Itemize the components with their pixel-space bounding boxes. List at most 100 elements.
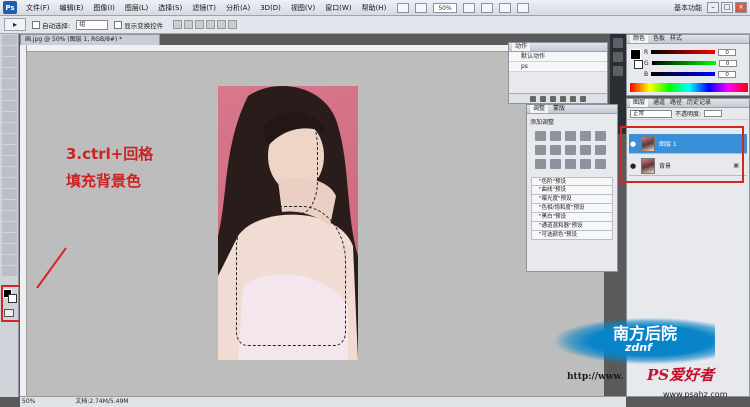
preset-channel-mixer[interactable]: "通道混和器"预设 xyxy=(531,222,613,231)
gradient-tool-icon[interactable] xyxy=(2,156,17,166)
gradient-map-icon[interactable] xyxy=(580,159,591,169)
levels-icon[interactable] xyxy=(550,131,561,141)
hue-saturation-icon[interactable] xyxy=(535,145,546,155)
selective-color-icon[interactable] xyxy=(595,159,606,169)
channel-mixer-icon[interactable] xyxy=(595,145,606,155)
menu-help[interactable]: 帮助(H) xyxy=(357,3,392,13)
tab-channels[interactable]: 通道 xyxy=(653,99,665,107)
menu-3d[interactable]: 3D(D) xyxy=(255,4,286,12)
menu-select[interactable]: 选择(S) xyxy=(153,3,187,13)
tab-history[interactable]: 历史记录 xyxy=(687,99,711,107)
slider-r[interactable] xyxy=(651,50,716,54)
slider-b[interactable] xyxy=(651,72,716,76)
quick-select-tool-icon[interactable] xyxy=(2,68,17,78)
invert-icon[interactable] xyxy=(535,159,546,169)
show-transform-checkbox[interactable] xyxy=(114,20,123,29)
actions-icon[interactable] xyxy=(613,52,623,62)
new-action-icon[interactable] xyxy=(570,96,576,102)
auto-select-option[interactable]: 自动选择: xyxy=(32,20,70,30)
menu-filter[interactable]: 滤镜(T) xyxy=(187,3,221,13)
align-center-icon[interactable] xyxy=(217,20,227,29)
align-bottom-icon[interactable] xyxy=(195,20,205,29)
tab-paths[interactable]: 路径 xyxy=(670,99,682,107)
value-b[interactable]: 0 xyxy=(718,70,737,78)
auto-select-checkbox[interactable] xyxy=(32,20,40,29)
tab-adjustments[interactable]: 调整 xyxy=(530,105,549,113)
color-panel-background[interactable] xyxy=(634,60,643,69)
menu-analysis[interactable]: 分析(A) xyxy=(221,3,255,13)
marquee-tool-icon[interactable] xyxy=(2,46,17,56)
close-button[interactable]: × xyxy=(735,2,747,13)
type-tool-icon[interactable] xyxy=(2,200,17,210)
document-tab[interactable]: 画.jpg @ 50% (图层 1, RGB/8#) * xyxy=(20,34,160,45)
preset-exposure[interactable]: "曝光度"预设 xyxy=(531,195,613,204)
record-icon[interactable] xyxy=(540,96,546,102)
rotate-view-icon[interactable] xyxy=(498,2,511,13)
shape-tool-icon[interactable] xyxy=(2,222,17,232)
workspace-switcher[interactable]: 基本功能 xyxy=(674,3,702,13)
preset-black-white[interactable]: "黑白"预设 xyxy=(531,213,613,222)
action-set-default[interactable]: 默认动作 xyxy=(509,52,607,62)
align-left-icon[interactable] xyxy=(206,20,216,29)
move-tool-icon[interactable] xyxy=(2,35,17,45)
stop-icon[interactable] xyxy=(530,96,536,102)
posterize-icon[interactable] xyxy=(550,159,561,169)
dodge-tool-icon[interactable] xyxy=(2,178,17,188)
tab-styles[interactable]: 样式 xyxy=(670,35,682,43)
bridge-icon[interactable] xyxy=(397,2,410,13)
color-spectrum[interactable] xyxy=(630,83,748,92)
preset-selective-color[interactable]: "可选颜色"预设 xyxy=(531,231,613,240)
value-g[interactable]: 0 xyxy=(718,59,737,67)
eraser-tool-icon[interactable] xyxy=(2,145,17,155)
photo-filter-icon[interactable] xyxy=(580,145,591,155)
healing-brush-tool-icon[interactable] xyxy=(2,101,17,111)
preset-hue-saturation[interactable]: "色相/饱和度"预设 xyxy=(531,204,613,213)
brush-tool-icon[interactable] xyxy=(2,112,17,122)
clone-stamp-tool-icon[interactable] xyxy=(2,123,17,133)
exposure-icon[interactable] xyxy=(580,131,591,141)
color-panel-foreground[interactable] xyxy=(630,49,641,60)
blend-mode-select[interactable]: 正常 xyxy=(630,109,672,118)
action-set-ps[interactable]: ps xyxy=(509,62,607,72)
preset-curves[interactable]: "曲线"预设 xyxy=(531,186,613,195)
black-white-icon[interactable] xyxy=(565,145,576,155)
minimize-button[interactable]: – xyxy=(707,2,719,13)
tab-actions[interactable]: 动作 xyxy=(512,43,531,51)
tab-swatches[interactable]: 色板 xyxy=(653,35,665,43)
pen-tool-icon[interactable] xyxy=(2,189,17,199)
menu-window[interactable]: 窗口(W) xyxy=(320,3,356,13)
vibrance-icon[interactable] xyxy=(595,131,606,141)
preset-levels[interactable]: "色阶"预设 xyxy=(531,177,613,186)
zoom-level-select[interactable]: 50% xyxy=(433,2,457,13)
align-middle-icon[interactable] xyxy=(184,20,194,29)
history-brush-tool-icon[interactable] xyxy=(2,134,17,144)
tab-layers[interactable]: 图层 xyxy=(630,99,649,107)
path-select-tool-icon[interactable] xyxy=(2,211,17,221)
slider-g[interactable] xyxy=(651,61,716,65)
curves-icon[interactable] xyxy=(565,131,576,141)
blur-tool-icon[interactable] xyxy=(2,167,17,177)
hand-tool-icon[interactable] xyxy=(2,255,17,265)
zoom-tool-icon[interactable] xyxy=(2,266,17,276)
auto-select-target-select[interactable]: 组 xyxy=(76,19,109,30)
play-icon[interactable] xyxy=(550,96,556,102)
status-zoom[interactable]: 50% xyxy=(22,397,35,407)
color-balance-icon[interactable] xyxy=(550,145,561,155)
minibridge-icon[interactable] xyxy=(415,2,428,13)
menu-image[interactable]: 图像(I) xyxy=(88,3,120,13)
arrange-documents-icon[interactable] xyxy=(516,2,529,13)
menu-file[interactable]: 文件(F) xyxy=(21,3,55,13)
threshold-icon[interactable] xyxy=(565,159,576,169)
lasso-tool-icon[interactable] xyxy=(2,57,17,67)
brightness-icon[interactable] xyxy=(535,131,546,141)
new-set-icon[interactable] xyxy=(560,96,566,102)
maximize-button[interactable]: □ xyxy=(721,2,733,13)
menu-layer[interactable]: 图层(L) xyxy=(120,3,153,13)
3d-rotate-tool-icon[interactable] xyxy=(2,233,17,243)
opacity-input[interactable] xyxy=(704,110,723,117)
align-right-icon[interactable] xyxy=(228,20,238,29)
navigator-icon[interactable] xyxy=(613,66,623,76)
move-tool-preset-icon[interactable]: ▸ xyxy=(4,18,26,31)
show-transform-option[interactable]: 显示变换控件 xyxy=(114,20,163,30)
crop-tool-icon[interactable] xyxy=(2,79,17,89)
